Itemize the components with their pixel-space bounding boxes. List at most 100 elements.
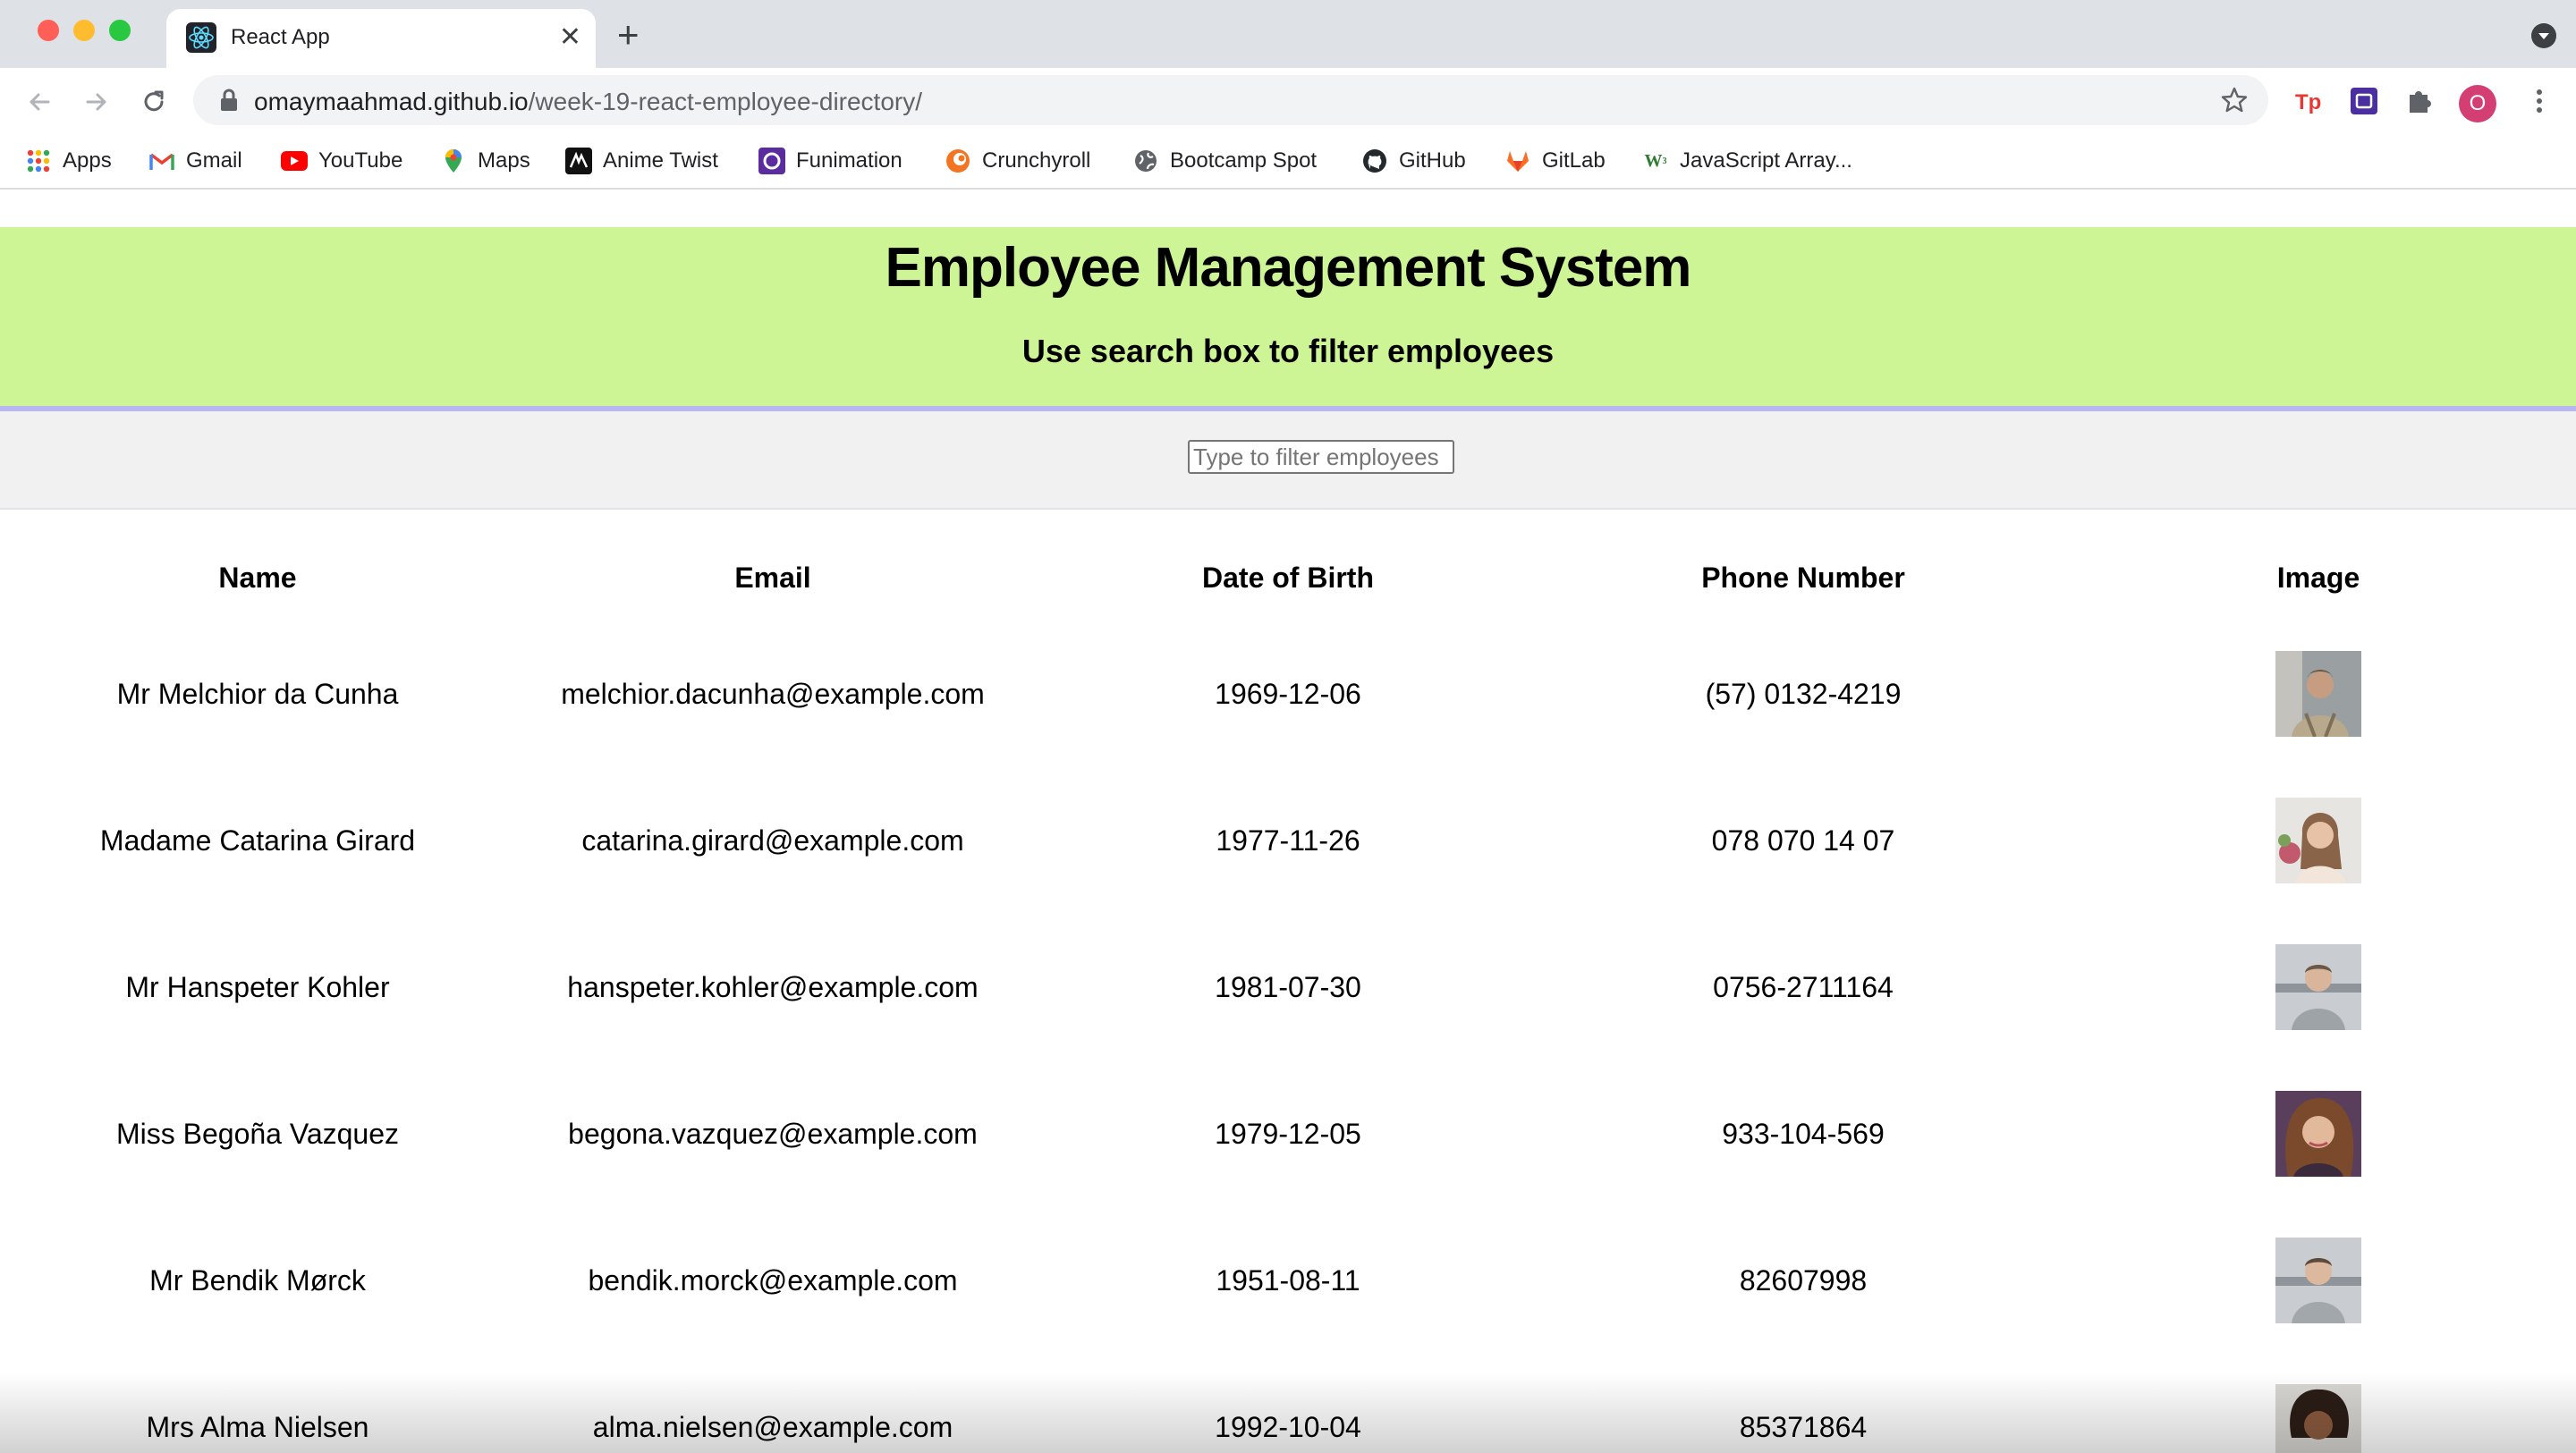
table-row: Mr Hanspeter Kohler hanspeter.kohler@exa…: [0, 914, 2576, 1060]
employee-dob: 1992-10-04: [1215, 1410, 1361, 1443]
employee-phone: 0756-2711164: [1713, 970, 1894, 1003]
employee-photo: [2275, 651, 2361, 737]
apps-grid-icon: [25, 148, 52, 174]
forward-arrow-icon: [86, 93, 106, 111]
github-icon: [1361, 148, 1388, 174]
table-row: Miss Begoña Vazquez begona.vazquez@examp…: [0, 1060, 2576, 1207]
react-icon: [186, 22, 216, 53]
employee-search-input[interactable]: [1188, 440, 1454, 474]
page-subtitle: Use search box to filter employees: [1021, 333, 1555, 369]
back-arrow-icon: [30, 93, 50, 111]
crunchyroll-icon: [945, 148, 971, 174]
employee-image-cell: [2061, 767, 2576, 914]
bookmark-label: Maps: [478, 148, 530, 173]
browser-tab[interactable]: React App ✕: [166, 9, 596, 68]
employee-photo: [2275, 1091, 2361, 1177]
table-row: Mr Bendik Mørck bendik.morck@example.com…: [0, 1207, 2576, 1354]
address-bar[interactable]: omaymaahmad.github.io/week-19-react-empl…: [193, 75, 2268, 125]
new-tab-button[interactable]: +: [617, 13, 640, 57]
bookmark-bootcamp-spot[interactable]: Bootcamp Spot: [1132, 143, 1317, 179]
employee-email: hanspeter.kohler@example.com: [567, 970, 979, 1003]
extensions-puzzle-icon[interactable]: [2402, 84, 2436, 118]
employee-photo: [2275, 1238, 2361, 1323]
page-header: Employee Management System Use search bo…: [0, 227, 2576, 411]
employee-dob: 1977-11-26: [1216, 824, 1360, 857]
employee-email: catarina.girard@example.com: [581, 824, 964, 857]
url-text: omaymaahmad.github.io/week-19-react-empl…: [254, 88, 923, 115]
bookmark-github[interactable]: GitHub: [1361, 143, 1466, 179]
extension-purple-icon[interactable]: [2347, 84, 2381, 118]
employee-image-cell: [2061, 1060, 2576, 1207]
column-header-dob[interactable]: Date of Birth: [1030, 535, 1546, 621]
employee-name: Mrs Alma Nielsen: [146, 1410, 369, 1443]
bookmark-label: GitLab: [1542, 148, 1606, 173]
table-row: Mrs Alma Nielsen alma.nielsen@example.co…: [0, 1354, 2576, 1453]
maximize-window-button[interactable]: [109, 20, 131, 41]
extension-tp-icon[interactable]: Tp: [2292, 84, 2326, 118]
bookmark-label: GitHub: [1399, 148, 1466, 173]
table-row: Madame Catarina Girard catarina.girard@e…: [0, 767, 2576, 914]
minimize-window-button[interactable]: [73, 20, 95, 41]
forward-button[interactable]: [79, 84, 114, 120]
close-window-button[interactable]: [38, 20, 59, 41]
employee-name: Mr Melchior da Cunha: [116, 677, 399, 710]
employee-phone: 078 070 14 07: [1711, 824, 1895, 857]
employee-phone: 933-104-569: [1722, 1117, 1885, 1150]
employee-name: Mr Bendik Mørck: [149, 1263, 366, 1297]
employee-photo: [2275, 944, 2361, 1030]
employee-table: Name Email Date of Birth Phone Number Im…: [0, 535, 2576, 1453]
employee-image-cell: [2061, 1207, 2576, 1354]
profile-initial: O: [2469, 91, 2487, 115]
employee-dob: 1979-12-05: [1215, 1117, 1361, 1150]
bookmark-maps[interactable]: Maps: [440, 143, 530, 179]
column-header-image: Image: [2276, 561, 2360, 594]
bookmark-gitlab[interactable]: GitLab: [1504, 143, 1606, 179]
tab-title: React App: [231, 25, 330, 49]
funimation-icon: [758, 148, 785, 174]
employee-photo: [2275, 798, 2361, 883]
column-header-name[interactable]: Name: [0, 535, 515, 621]
bookmark-crunchyroll[interactable]: Crunchyroll: [945, 143, 1090, 179]
employee-image-cell: [2061, 914, 2576, 1060]
employee-image-cell: [2061, 1354, 2576, 1453]
anime-twist-icon: [565, 148, 592, 174]
back-button[interactable]: [21, 84, 57, 120]
search-bar: [0, 411, 2576, 510]
browser-tab-strip: React App ✕ +: [0, 0, 2576, 68]
employee-name: Mr Hanspeter Kohler: [125, 970, 390, 1003]
bookmark-label: YouTube: [318, 148, 403, 173]
employee-phone: 85371864: [1739, 1410, 1868, 1443]
column-header-phone[interactable]: Phone Number: [1546, 535, 2061, 621]
chrome-menu-icon[interactable]: [2522, 84, 2556, 118]
bookmark-javascript-array[interactable]: W3 JavaScript Array...: [1642, 143, 1852, 179]
gitlab-icon: [1504, 148, 1531, 174]
employee-phone: 82607998: [1739, 1263, 1868, 1297]
employee-phone: (57) 0132-4219: [1705, 677, 1902, 710]
reload-icon: [144, 90, 164, 112]
svg-text:Tp: Tp: [2295, 90, 2321, 114]
bookmark-apps[interactable]: Apps: [25, 143, 112, 179]
close-tab-icon[interactable]: ✕: [559, 20, 581, 55]
page-title: Employee Management System: [885, 237, 1692, 299]
employee-name: Miss Begoña Vazquez: [115, 1117, 400, 1150]
bookmark-gmail[interactable]: Gmail: [148, 143, 242, 179]
bookmark-label: Apps: [63, 148, 112, 173]
employee-photo: [2275, 1384, 2361, 1453]
bookmark-label: Bootcamp Spot: [1170, 148, 1318, 173]
employee-email: melchior.dacunha@example.com: [561, 677, 985, 710]
bookmark-funimation[interactable]: Funimation: [758, 143, 902, 179]
tab-search-icon[interactable]: [2531, 23, 2556, 48]
table-header-row: Name Email Date of Birth Phone Number Im…: [0, 535, 2576, 621]
youtube-icon: [281, 151, 308, 171]
lock-icon[interactable]: [218, 88, 240, 117]
bookmark-star-icon[interactable]: [2220, 86, 2249, 119]
bookmarks-bar: Apps Gmail YouTube Maps Anime Twist Funi…: [0, 134, 2576, 190]
bookmark-youtube[interactable]: YouTube: [281, 143, 402, 179]
column-header-email[interactable]: Email: [515, 535, 1030, 621]
employee-email: alma.nielsen@example.com: [592, 1410, 953, 1443]
profile-avatar[interactable]: O: [2458, 84, 2496, 122]
bookmark-label: Gmail: [186, 148, 242, 173]
reload-button[interactable]: [136, 84, 172, 120]
bookmark-anime-twist[interactable]: Anime Twist: [565, 143, 718, 179]
employee-email: bendik.morck@example.com: [588, 1263, 958, 1297]
